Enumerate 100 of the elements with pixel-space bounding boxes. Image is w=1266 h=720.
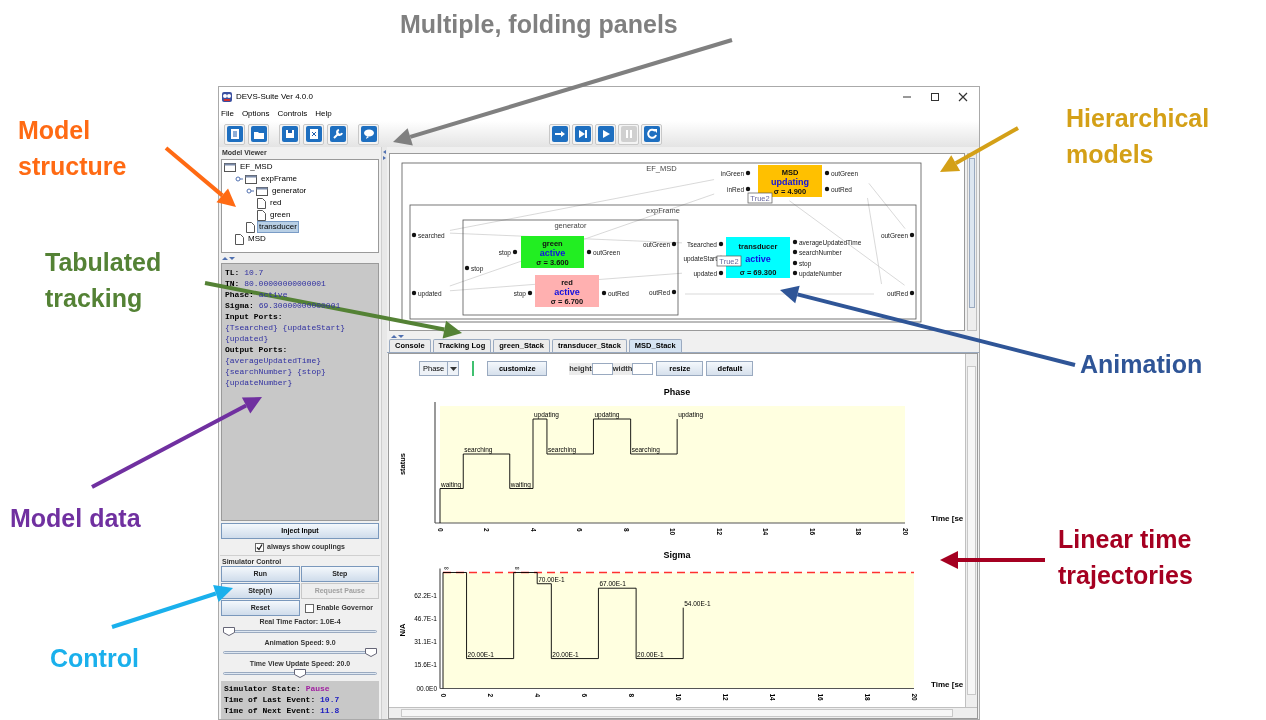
callout-label: Animation [1080,349,1203,380]
port-dot [671,241,677,247]
close-icon [958,92,968,102]
wrench-icon [329,126,346,142]
separator-bar [472,361,475,376]
toolbar-button[interactable] [248,123,269,145]
callout-label: Linear time trajectories [1058,524,1194,591]
checkbox[interactable] [255,542,265,552]
page-icon [235,233,244,245]
callout-label: Control [50,643,139,674]
toolbar-button[interactable] [279,123,300,145]
input-field[interactable] [632,362,654,375]
menu-item[interactable]: Options [241,108,270,120]
model-box[interactable] [535,275,599,307]
toolbar-button[interactable] [224,123,245,145]
page-icon [246,221,255,233]
save-icon [281,126,298,142]
model-phase: updating [771,176,809,187]
port-dot [586,249,592,255]
port-dot [909,232,915,238]
port-dot [464,265,470,271]
splitter-arrows-icon [382,149,387,161]
menu-item[interactable]: Help [315,108,332,120]
toolbar-button[interactable] [549,123,570,145]
maximize-icon [930,92,940,102]
tree-item[interactable]: red [268,197,284,209]
callout-label: Tabulated tracking [45,247,163,314]
port-dot [411,232,417,238]
check-icon [256,543,264,551]
port-dot [909,290,915,296]
splitter-arrows-icon [220,254,236,262]
port-dot [792,239,798,245]
splitter-arrows-icon [389,333,405,339]
slider[interactable] [223,648,377,658]
file-icon [305,126,322,142]
window-icon [224,162,236,172]
tree-item[interactable]: expFrame [259,173,299,185]
page-icon [257,197,266,209]
menu-item[interactable]: File [221,108,234,120]
slider[interactable] [223,627,377,637]
data-line: TN: 80.00000000000001 [225,278,327,289]
callout-label: Model structure [18,115,128,182]
play-icon [597,126,614,142]
window-icon [245,174,257,184]
scrollbar[interactable] [389,707,977,718]
axis-label: Time [se [931,514,964,523]
port-dot [824,186,830,192]
status-line: Time of Next Event: 11.8 [224,705,341,716]
port-dot [745,186,751,192]
checkbox[interactable] [304,603,314,613]
data-line: {updateNumber} [225,377,294,388]
port-dot [527,290,533,296]
tree-item[interactable]: green [268,209,293,221]
folder-icon [250,126,267,142]
toolbar-button[interactable] [303,123,324,145]
window-icon [256,186,268,196]
toolbar-button[interactable] [358,123,379,145]
data-line: Input Ports: [225,311,284,322]
port-dot [745,170,751,176]
tree-item[interactable]: transducer [257,221,299,233]
callout-label: Multiple, folding panels [400,9,678,40]
port-dot [792,249,798,255]
model-box[interactable] [521,236,584,268]
page-icon [257,209,266,221]
model-phase: active [745,254,771,265]
port-dot [718,270,724,276]
toolbar-button[interactable] [595,123,616,145]
slider[interactable] [223,669,377,679]
tree-item[interactable]: MSD [246,233,268,245]
chart-title: Phase [663,387,691,397]
port-dot [792,260,798,266]
status-line: Time of Last Event: 10.7 [224,694,341,705]
refresh-icon [643,126,660,142]
tree-item[interactable]: generator [270,185,309,197]
speech-bubble-icon [360,126,377,142]
port-dot [824,170,830,176]
app-icon [222,92,232,102]
menu-item[interactable]: Controls [277,108,308,120]
data-line: {updated} [225,333,270,344]
toolbar-button[interactable] [572,123,593,145]
toolbar-button[interactable] [327,123,348,145]
scrollbar[interactable] [965,354,977,707]
port-dot [718,241,724,247]
data-line: Output Ports: [225,344,289,355]
port-dot [601,290,607,296]
data-line: {averageUpdatedTime} [225,355,322,366]
model-box[interactable] [758,165,822,197]
port-dot [411,290,417,296]
toolbar-button[interactable] [641,123,662,145]
axis-label: Time [se [931,679,964,689]
model-phase: active [539,247,566,258]
port-dot [512,249,518,255]
callout-label: Hierarchical models [1066,103,1211,170]
scrollbar[interactable] [967,153,977,331]
document-icon [226,126,243,142]
pause-icon [620,126,637,142]
status-line: Simulator State: Pause [224,683,331,694]
tree-item[interactable]: EF_MSD [238,161,275,173]
model-phase: active [554,286,580,297]
input-field[interactable] [591,362,613,375]
